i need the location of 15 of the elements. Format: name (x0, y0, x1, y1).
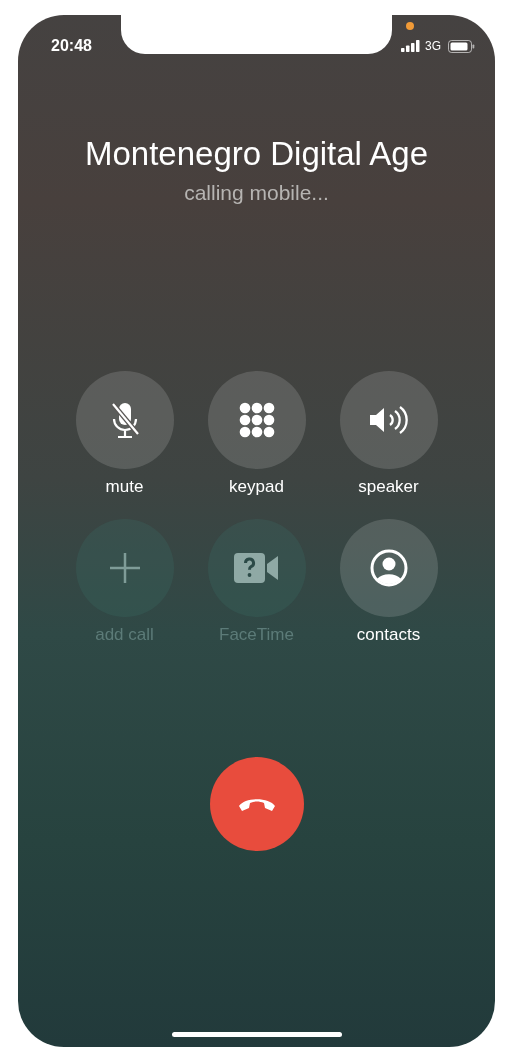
plus-icon (108, 552, 141, 584)
control-label: contacts (356, 625, 421, 645)
phone-handset-icon (236, 796, 277, 812)
signal-icon (401, 40, 421, 52)
call-status: calling mobile... (184, 181, 329, 205)
video-camera-icon (233, 553, 280, 583)
control-label: keypad (229, 477, 284, 497)
speaker-icon (367, 405, 410, 435)
control-label: mute (105, 477, 144, 497)
control-label: speaker (358, 477, 419, 497)
network-type: 3G (425, 39, 441, 53)
caller-name: Montenegro Digital Age (84, 135, 429, 173)
clock: 20:48 (51, 37, 92, 55)
battery-icon (448, 39, 475, 53)
contact-icon (369, 549, 408, 587)
